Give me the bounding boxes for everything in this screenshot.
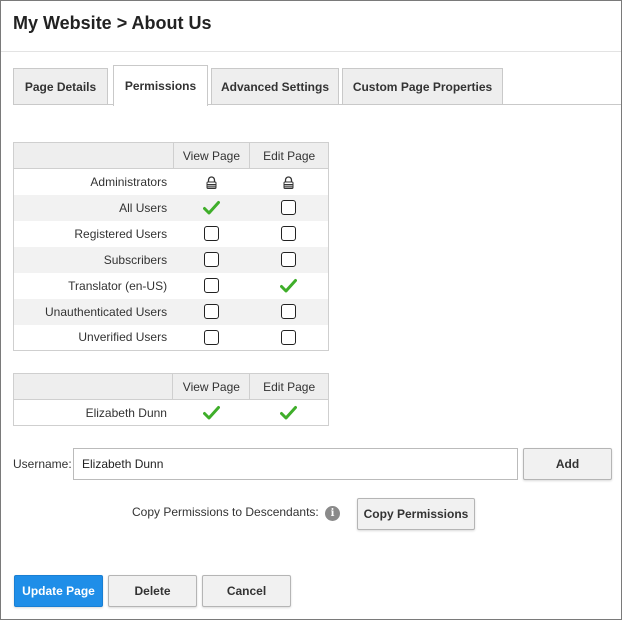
edit-page-checkbox[interactable]: [281, 304, 297, 320]
title-divider: [1, 51, 621, 52]
table-row: All Users: [13, 194, 329, 221]
row-name: All Users: [13, 194, 174, 221]
username-label: Username:: [13, 457, 72, 471]
copy-permissions-descendants-label: Copy Permissions to Descendants:: [132, 505, 319, 519]
edit-page-checkbox[interactable]: [281, 200, 297, 216]
row-name: Subscribers: [13, 246, 174, 273]
tab-permissions[interactable]: Permissions: [113, 65, 208, 106]
table-row: Subscribers: [13, 246, 329, 273]
row-name: Unverified Users: [78, 330, 168, 345]
table-header-row: View Page Edit Page: [13, 373, 329, 400]
edit-page-cell: [250, 221, 329, 247]
column-header-view-page: View Page: [172, 373, 250, 400]
row-name: Registered Users: [74, 226, 168, 241]
view-page-checkbox[interactable]: [203, 226, 219, 242]
edit-page-cell: [250, 400, 329, 426]
view-page-checkbox[interactable]: [203, 304, 219, 320]
user-header-blank: [13, 373, 173, 400]
column-header-edit-page: Edit Page: [249, 142, 329, 169]
edit-page-cell: [250, 325, 329, 351]
green-check-icon[interactable]: [202, 405, 220, 420]
edit-page-cell: [249, 298, 329, 325]
view-page-checkbox[interactable]: [203, 252, 219, 268]
table-row: Translator (en-US): [14, 273, 329, 299]
view-page-cell: [173, 194, 250, 221]
row-name: Elizabeth Dunn: [85, 405, 167, 420]
table-row: Elizabeth Dunn: [14, 400, 329, 426]
tab-advanced-settings[interactable]: Advanced Settings: [211, 68, 339, 105]
column-header-view-page: View Page: [172, 142, 250, 169]
column-header-edit-page: Edit Page: [249, 373, 329, 400]
view-page-cell: [173, 221, 250, 247]
page-frame: My Website > About Us Page Details Permi…: [0, 0, 622, 620]
view-page-cell: [173, 246, 250, 273]
lock-icon: [283, 176, 294, 189]
view-page-cell: [173, 298, 250, 325]
view-page-cell: [173, 273, 250, 299]
edit-page-cell: [249, 246, 329, 273]
role-header-blank: [13, 142, 174, 169]
green-check-icon[interactable]: [202, 200, 220, 215]
user-permissions-table: View Page Edit Page Elizabeth Dunn: [13, 373, 329, 426]
row-name: Translator (en-US): [68, 278, 168, 293]
lock-icon: [206, 176, 217, 189]
copy-permissions-button[interactable]: Copy Permissions: [357, 498, 475, 530]
tab-custom-page-properties[interactable]: Custom Page Properties: [342, 68, 503, 105]
edit-page-checkbox[interactable]: [281, 329, 297, 345]
green-check-icon[interactable]: [280, 405, 298, 420]
update-page-button[interactable]: Update Page: [14, 575, 103, 607]
edit-page-checkbox[interactable]: [281, 226, 297, 242]
table-row: Unauthenticated Users: [13, 298, 329, 325]
row-name: Administrators: [90, 174, 168, 189]
username-input[interactable]: [73, 448, 518, 480]
info-icon[interactable]: i: [325, 506, 340, 521]
table-row: Unverified Users: [14, 325, 329, 351]
cancel-button[interactable]: Cancel: [202, 575, 291, 607]
table-row: Registered Users: [14, 221, 329, 247]
page-title: My Website > About Us: [13, 13, 212, 33]
green-check-icon[interactable]: [280, 278, 298, 293]
view-page-cell: [173, 400, 250, 426]
edit-page-cell: [250, 169, 329, 195]
edit-page-cell: [249, 194, 329, 221]
view-page-checkbox[interactable]: [203, 278, 219, 294]
row-name: Unauthenticated Users: [13, 298, 174, 325]
view-page-cell: [173, 325, 250, 351]
tab-divider: [13, 104, 621, 105]
edit-page-cell: [250, 273, 329, 299]
delete-button[interactable]: Delete: [108, 575, 197, 607]
tab-page-details[interactable]: Page Details: [13, 68, 108, 105]
view-page-cell: [173, 169, 250, 195]
table-row: Administrators: [14, 169, 329, 195]
edit-page-checkbox[interactable]: [281, 252, 297, 268]
table-header-row: View Page Edit Page: [13, 142, 329, 169]
view-page-checkbox[interactable]: [203, 329, 219, 345]
add-button[interactable]: Add: [523, 448, 612, 480]
role-permissions-table: View Page Edit Page Administrators All Us…: [13, 142, 329, 351]
